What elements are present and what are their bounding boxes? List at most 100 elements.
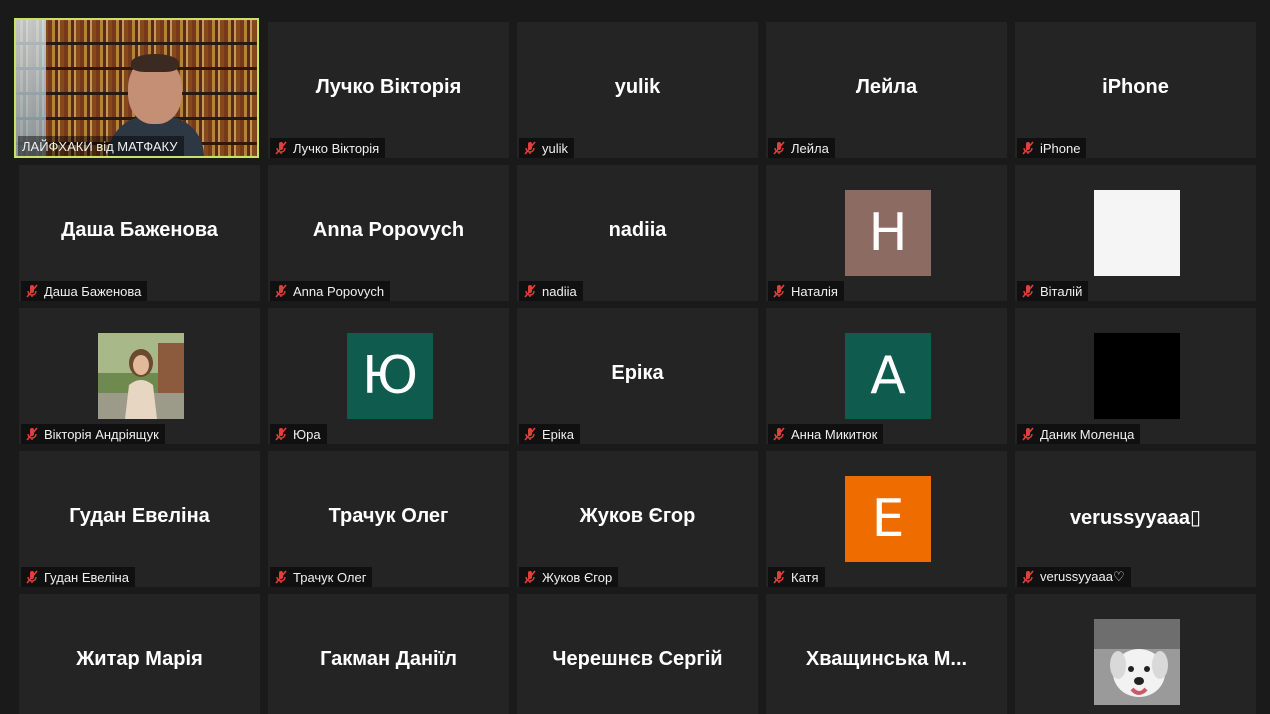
video-tile[interactable]: Житар Марія <box>19 594 260 714</box>
participant-name: Наталія <box>791 283 838 299</box>
mic-muted-icon <box>523 427 537 441</box>
mic-muted-icon <box>772 141 786 155</box>
avatar-photo <box>1094 619 1180 705</box>
participant-display-name: Anna Popovych <box>312 219 465 241</box>
participant-name-label: Трачук Олег <box>270 567 373 587</box>
participant-display-name: Житар Марія <box>76 648 203 670</box>
avatar-letter: A <box>870 346 906 406</box>
mic-muted-icon <box>274 570 288 584</box>
avatar: A <box>845 333 931 419</box>
participant-name-label: Даша Баженова <box>21 281 148 301</box>
avatar <box>1094 333 1180 419</box>
mic-muted-icon <box>772 284 786 298</box>
participant-name: yulik <box>542 140 569 156</box>
participant-name: Юра <box>293 426 321 442</box>
video-tile[interactable]: Гакман Даніїл <box>268 594 509 714</box>
avatar: Ю <box>347 333 433 419</box>
avatar <box>1094 190 1180 276</box>
avatar: H <box>845 190 931 276</box>
participant-name: Вікторія Андріящук <box>44 426 159 442</box>
video-tile[interactable]: Жуков Єгор Жуков Єгор <box>517 451 758 587</box>
participant-name: Еріка <box>542 426 574 442</box>
participant-name: Віталій <box>1040 283 1083 299</box>
mic-muted-icon <box>1021 427 1035 441</box>
video-tile[interactable]: Черешнєв Сергій <box>517 594 758 714</box>
participant-name: Жуков Єгор <box>542 569 613 585</box>
video-tile-active-speaker[interactable]: ЛАЙФХАКИ від МАТФАКУ <box>14 18 259 158</box>
mic-muted-icon <box>274 284 288 298</box>
video-tile[interactable]: verussyyaaa▯ verussyyaaa♡ <box>1015 451 1256 587</box>
mic-muted-icon <box>1021 284 1035 298</box>
mic-muted-icon <box>25 427 39 441</box>
participant-display-name: Гудан Евеліна <box>69 505 210 527</box>
video-tile[interactable]: Віталій <box>1015 165 1256 301</box>
participant-name-label: iPhone <box>1017 138 1087 158</box>
video-tile[interactable]: A Анна Микитюк <box>766 308 1007 444</box>
participant-display-name: Трачук Олег <box>328 505 449 527</box>
participant-name-label: Лучко Вікторія <box>270 138 386 158</box>
participant-name: Катя <box>791 569 819 585</box>
participant-display-name: Жуков Єгор <box>579 505 696 527</box>
participant-display-name: Еріка <box>611 362 664 384</box>
video-tile[interactable]: H Наталія <box>766 165 1007 301</box>
mic-muted-icon <box>772 427 786 441</box>
participant-name-label: verussyyaaa♡ <box>1017 567 1131 587</box>
participant-name-label: Катя <box>768 567 825 587</box>
video-tile[interactable]: Anna Popovych Anna Popovych <box>268 165 509 301</box>
video-tile[interactable]: iPhone iPhone <box>1015 22 1256 158</box>
video-tile[interactable]: Лейла Лейла <box>766 22 1007 158</box>
avatar: E <box>845 476 931 562</box>
participant-name: Анна Микитюк <box>791 426 878 442</box>
participant-display-name: Гакман Даніїл <box>320 648 457 670</box>
video-tile[interactable]: Ю Юра <box>268 308 509 444</box>
participant-display-name: Даша Баженова <box>61 219 218 241</box>
participant-name-label: Анна Микитюк <box>768 424 884 444</box>
participant-display-name: yulik <box>614 76 661 98</box>
video-tile[interactable]: Лучко Вікторія Лучко Вікторія <box>268 22 509 158</box>
video-tile[interactable]: Гудан Евеліна Гудан Евеліна <box>19 451 260 587</box>
participant-name-label: nadiia <box>519 281 583 301</box>
participant-name: Гудан Евеліна <box>44 569 129 585</box>
avatar-letter: E <box>871 489 905 549</box>
participant-name-label: Гудан Евеліна <box>21 567 135 587</box>
participant-display-name: Хващинська М... <box>805 648 968 670</box>
woman-portrait-image <box>98 333 184 419</box>
gallery-grid: ЛАЙФХАКИ від МАТФАКУ Лучко Вікторія Лучк… <box>0 0 1270 714</box>
participant-name-label: Віталій <box>1017 281 1089 301</box>
video-tile[interactable]: Вікторія Андріящук <box>19 308 260 444</box>
mic-muted-icon <box>25 570 39 584</box>
avatar-letter: H <box>868 203 908 263</box>
participant-name-label: Anna Popovych <box>270 281 391 301</box>
mic-muted-icon <box>523 141 537 155</box>
participant-name: ЛАЙФХАКИ від МАТФАКУ <box>22 138 178 154</box>
participant-name-label: yulik <box>519 138 575 158</box>
participant-name-label: Жуков Єгор <box>519 567 619 587</box>
video-tile[interactable]: Трачук Олег Трачук Олег <box>268 451 509 587</box>
mic-muted-icon <box>523 570 537 584</box>
participant-display-name: Лучко Вікторія <box>315 76 462 98</box>
participant-name-label: Вікторія Андріящук <box>21 424 165 444</box>
video-tile[interactable]: Даша Баженова Даша Баженова <box>19 165 260 301</box>
participant-name: nadiia <box>542 283 577 299</box>
avatar-photo <box>98 333 184 419</box>
video-tile[interactable]: E Катя <box>766 451 1007 587</box>
mic-muted-icon <box>274 141 288 155</box>
mic-muted-icon <box>1021 570 1035 584</box>
participant-name-label: Лейла <box>768 138 835 158</box>
participant-display-name: nadiia <box>608 219 667 241</box>
video-tile[interactable]: Даник Моленца <box>1015 308 1256 444</box>
participant-name-label: Юра <box>270 424 327 444</box>
participant-name: Лейла <box>791 140 829 156</box>
participant-name-label: Еріка <box>519 424 580 444</box>
video-tile[interactable]: Еріка Еріка <box>517 308 758 444</box>
avatar-letter: Ю <box>361 346 419 406</box>
video-tile[interactable] <box>1015 594 1256 714</box>
video-tile[interactable]: nadiia nadiia <box>517 165 758 301</box>
video-tile[interactable]: Хващинська М... <box>766 594 1007 714</box>
mic-muted-icon <box>25 284 39 298</box>
participant-name: Трачук Олег <box>293 569 367 585</box>
dog-image <box>1094 619 1180 705</box>
mic-muted-icon <box>1021 141 1035 155</box>
mic-muted-icon <box>523 284 537 298</box>
video-tile[interactable]: yulik yulik <box>517 22 758 158</box>
